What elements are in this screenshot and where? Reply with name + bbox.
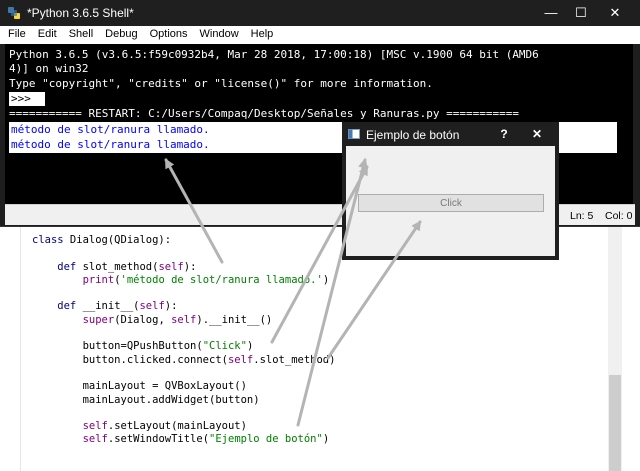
- editor-scrollbar[interactable]: [608, 225, 622, 471]
- status-column-number: Col: 0: [605, 210, 633, 222]
- code-line-6: def __init__(self):: [32, 300, 178, 313]
- minimize-icon[interactable]: —: [536, 0, 566, 26]
- output-line-1: método de slot/ranura llamado.: [11, 123, 210, 136]
- shell-title: *Python 3.6.5 Shell*: [27, 6, 134, 20]
- code-line-9: button=QPushButton("Click"): [32, 340, 254, 353]
- code-line-7: super(Dialog, self).__init__(): [82, 313, 273, 326]
- shell-menubar: File Edit Shell Debug Options Window Help: [0, 26, 640, 44]
- restart-line: =========== RESTART: C:/Users/Compaq/Des…: [9, 107, 519, 120]
- source-code[interactable]: class Dialog(QDialog): def slot_method(s…: [32, 234, 335, 447]
- code-line-13: mainLayout.addWidget(button): [32, 393, 260, 406]
- dialog-titlebar[interactable]: Ejemplo de botón ? ✕: [342, 122, 559, 146]
- editor-scrollbar-thumb[interactable]: [609, 375, 621, 471]
- example-dialog: Ejemplo de botón ? ✕ Click: [342, 122, 559, 260]
- output-line-2: método de slot/ranura llamado.: [11, 138, 210, 151]
- click-button[interactable]: Click: [358, 194, 544, 212]
- banner-line-3: Type "copyright", "credits" or "license(…: [9, 77, 433, 90]
- status-line-number: Ln: 5: [570, 210, 594, 222]
- code-line-1: class Dialog(QDialog):: [32, 234, 172, 246]
- menu-file[interactable]: File: [0, 26, 32, 40]
- dialog-body: Click: [346, 146, 555, 256]
- code-editor[interactable]: class Dialog(QDialog): def slot_method(s…: [0, 225, 640, 471]
- code-line-12: mainLayout = QVBoxLayout(): [32, 380, 247, 393]
- code-line-3: def slot_method(self):: [32, 260, 197, 273]
- menu-edit[interactable]: Edit: [32, 26, 63, 40]
- banner-line-2: 4)] on win32: [9, 62, 89, 75]
- menu-help[interactable]: Help: [245, 26, 280, 40]
- dialog-title: Ejemplo de botón: [366, 128, 460, 142]
- help-icon[interactable]: ?: [492, 124, 516, 144]
- window-icon: [348, 129, 360, 139]
- close-icon[interactable]: ✕: [524, 124, 550, 144]
- code-line-15: self.setLayout(mainLayout): [82, 420, 247, 433]
- menu-shell[interactable]: Shell: [63, 26, 99, 40]
- menu-window[interactable]: Window: [194, 26, 245, 40]
- shell-prompt[interactable]: >>>: [9, 92, 45, 106]
- menu-debug[interactable]: Debug: [99, 26, 143, 40]
- menu-options[interactable]: Options: [144, 26, 194, 40]
- shell-titlebar[interactable]: *Python 3.6.5 Shell* — ☐ ✕: [0, 0, 640, 26]
- editor-gutter: [0, 225, 21, 471]
- banner-line-1: Python 3.6.5 (v3.6.5:f59c0932b4, Mar 28 …: [9, 48, 539, 61]
- code-line-16: self.setWindowTitle("Ejemplo de botón"): [82, 433, 330, 446]
- python-icon: [8, 7, 20, 19]
- code-line-10: button.clicked.connect(self.slot_method): [32, 353, 336, 366]
- code-line-4: print('método de slot/ranura llamado.'): [82, 273, 330, 286]
- maximize-icon[interactable]: ☐: [566, 0, 596, 26]
- close-icon[interactable]: ✕: [600, 0, 630, 26]
